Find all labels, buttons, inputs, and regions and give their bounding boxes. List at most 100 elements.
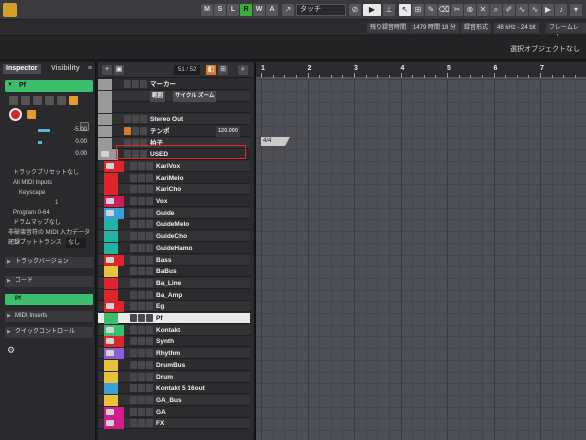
track-row[interactable]: Pf — [98, 313, 250, 324]
read-button[interactable] — [146, 278, 153, 287]
midi-channel-field[interactable]: 1 — [5, 198, 93, 208]
mute-tool-icon[interactable]: ✕ — [477, 4, 489, 16]
track-row[interactable]: Bass — [98, 254, 250, 266]
track-color-strip[interactable] — [104, 184, 118, 196]
track-row[interactable] — [98, 102, 250, 114]
speaker-tool-icon[interactable]: ♪ — [555, 4, 567, 16]
track-row[interactable]: KariMelo — [98, 172, 250, 184]
delay-value[interactable]: 0.00 — [75, 151, 87, 157]
show-tracks-icon[interactable]: ◧ — [206, 65, 216, 75]
mute-button[interactable] — [130, 173, 137, 182]
track-name[interactable]: FX — [156, 418, 164, 429]
read-button[interactable] — [146, 185, 153, 194]
read-button[interactable] — [146, 255, 153, 264]
track-name[interactable]: Ba_Amp — [156, 290, 182, 301]
read-button[interactable] — [146, 372, 153, 381]
track-color-strip[interactable] — [98, 90, 112, 102]
solo-button[interactable] — [138, 220, 145, 229]
automation-mode-select[interactable]: タッチ — [296, 4, 346, 16]
mute-mode-button[interactable]: M — [201, 4, 213, 16]
range-tool-icon[interactable]: ⊞ — [412, 4, 424, 16]
read-button[interactable] — [146, 290, 153, 299]
track-color-strip[interactable] — [104, 242, 118, 254]
mute-button[interactable] — [130, 232, 137, 241]
lock-button[interactable] — [69, 96, 78, 105]
solo-button[interactable] — [138, 243, 145, 252]
pan-slider[interactable] — [38, 141, 42, 144]
solo-button[interactable] — [138, 161, 145, 170]
track-row[interactable]: GA — [98, 406, 250, 418]
link-icon[interactable]: ⊘ — [349, 4, 361, 16]
timeline-ruler[interactable]: 1 2 3 4 5 6 7 — [256, 62, 586, 78]
read-button[interactable] — [146, 208, 153, 217]
solo-button[interactable] — [138, 302, 145, 311]
solo-button[interactable] — [138, 325, 145, 334]
mute-button[interactable] — [130, 314, 137, 322]
settings-gear-icon[interactable]: ⚙ — [7, 345, 17, 355]
volume-slider[interactable] — [38, 129, 50, 132]
ruler-bar-number[interactable]: 3 — [354, 65, 358, 72]
track-color-strip[interactable] — [98, 79, 112, 90]
track-name[interactable]: GA — [156, 407, 166, 418]
track-color-strip[interactable] — [104, 266, 118, 278]
track-name[interactable]: KariMelo — [156, 173, 183, 184]
track-name[interactable]: Vox — [156, 196, 167, 207]
read-button[interactable] — [140, 115, 147, 124]
track-name[interactable]: Synth — [156, 336, 174, 347]
track-color-strip[interactable] — [104, 359, 118, 371]
mute-button[interactable] — [130, 208, 137, 217]
track-color-strip[interactable] — [98, 125, 112, 137]
mute-button[interactable] — [130, 360, 137, 369]
track-row[interactable]: DrumBus — [98, 359, 250, 371]
track-name[interactable]: Pf — [156, 313, 163, 324]
solo-button[interactable] — [138, 372, 145, 381]
solo-button[interactable] — [138, 395, 145, 404]
solo-button[interactable] — [138, 208, 145, 217]
track-name[interactable]: KariCho — [156, 184, 181, 195]
mute-button[interactable] — [130, 407, 137, 416]
track-name[interactable]: Bass — [156, 255, 172, 266]
track-color-strip[interactable] — [104, 371, 118, 383]
write-button[interactable] — [57, 96, 66, 105]
pencil-tool-icon[interactable]: ✎ — [425, 4, 437, 16]
track-row[interactable]: FX — [98, 418, 250, 430]
read-button[interactable] — [146, 419, 153, 428]
volume-value[interactable]: -5.00 — [73, 127, 87, 133]
solo-button[interactable] — [21, 96, 30, 105]
mute-button[interactable] — [130, 325, 137, 334]
track-name[interactable]: Rhythm — [156, 348, 180, 359]
midi-input-select[interactable]: All MIDI Inputs — [5, 178, 93, 188]
read-button[interactable] — [146, 267, 153, 276]
mute-button[interactable] — [130, 220, 137, 229]
monitor-button[interactable] — [27, 110, 36, 119]
autoscroll-icon[interactable]: ▶ — [363, 4, 381, 16]
automation-icon[interactable]: ↗ — [282, 4, 294, 16]
read-button[interactable] — [146, 197, 153, 205]
play-tool-icon[interactable]: ▶ — [542, 4, 554, 16]
read-button[interactable] — [146, 325, 153, 334]
track-name[interactable]: GA_Bus — [156, 395, 182, 406]
mute-button[interactable] — [124, 126, 131, 135]
write-mode-button[interactable]: W — [253, 4, 265, 16]
edit-button[interactable] — [33, 96, 42, 105]
zoom-tool-icon[interactable]: ⌕ — [490, 4, 502, 16]
solo-button[interactable] — [132, 115, 139, 124]
mute-button[interactable] — [130, 161, 137, 170]
solo-button[interactable] — [138, 349, 145, 358]
color-tool-icon[interactable]: ▾ — [570, 4, 582, 16]
track-color-strip[interactable] — [104, 277, 118, 289]
mute-button[interactable] — [130, 337, 137, 346]
track-row[interactable]: Synth — [98, 336, 250, 348]
track-color-strip[interactable] — [104, 394, 118, 406]
mute-button[interactable] — [130, 349, 137, 358]
solo-button[interactable] — [132, 80, 139, 88]
solo-button[interactable] — [138, 173, 145, 182]
track-name[interactable]: DrumBus — [156, 360, 185, 371]
read-button[interactable] — [45, 96, 54, 105]
track-row[interactable]: BaBus — [98, 266, 250, 278]
ruler-bar-number[interactable]: 6 — [494, 65, 498, 72]
track-name[interactable]: GuideHamo — [156, 243, 192, 254]
track-color-strip[interactable] — [104, 313, 118, 324]
draw-tool-icon[interactable]: ✐ — [503, 4, 515, 16]
read-button[interactable] — [146, 161, 153, 170]
